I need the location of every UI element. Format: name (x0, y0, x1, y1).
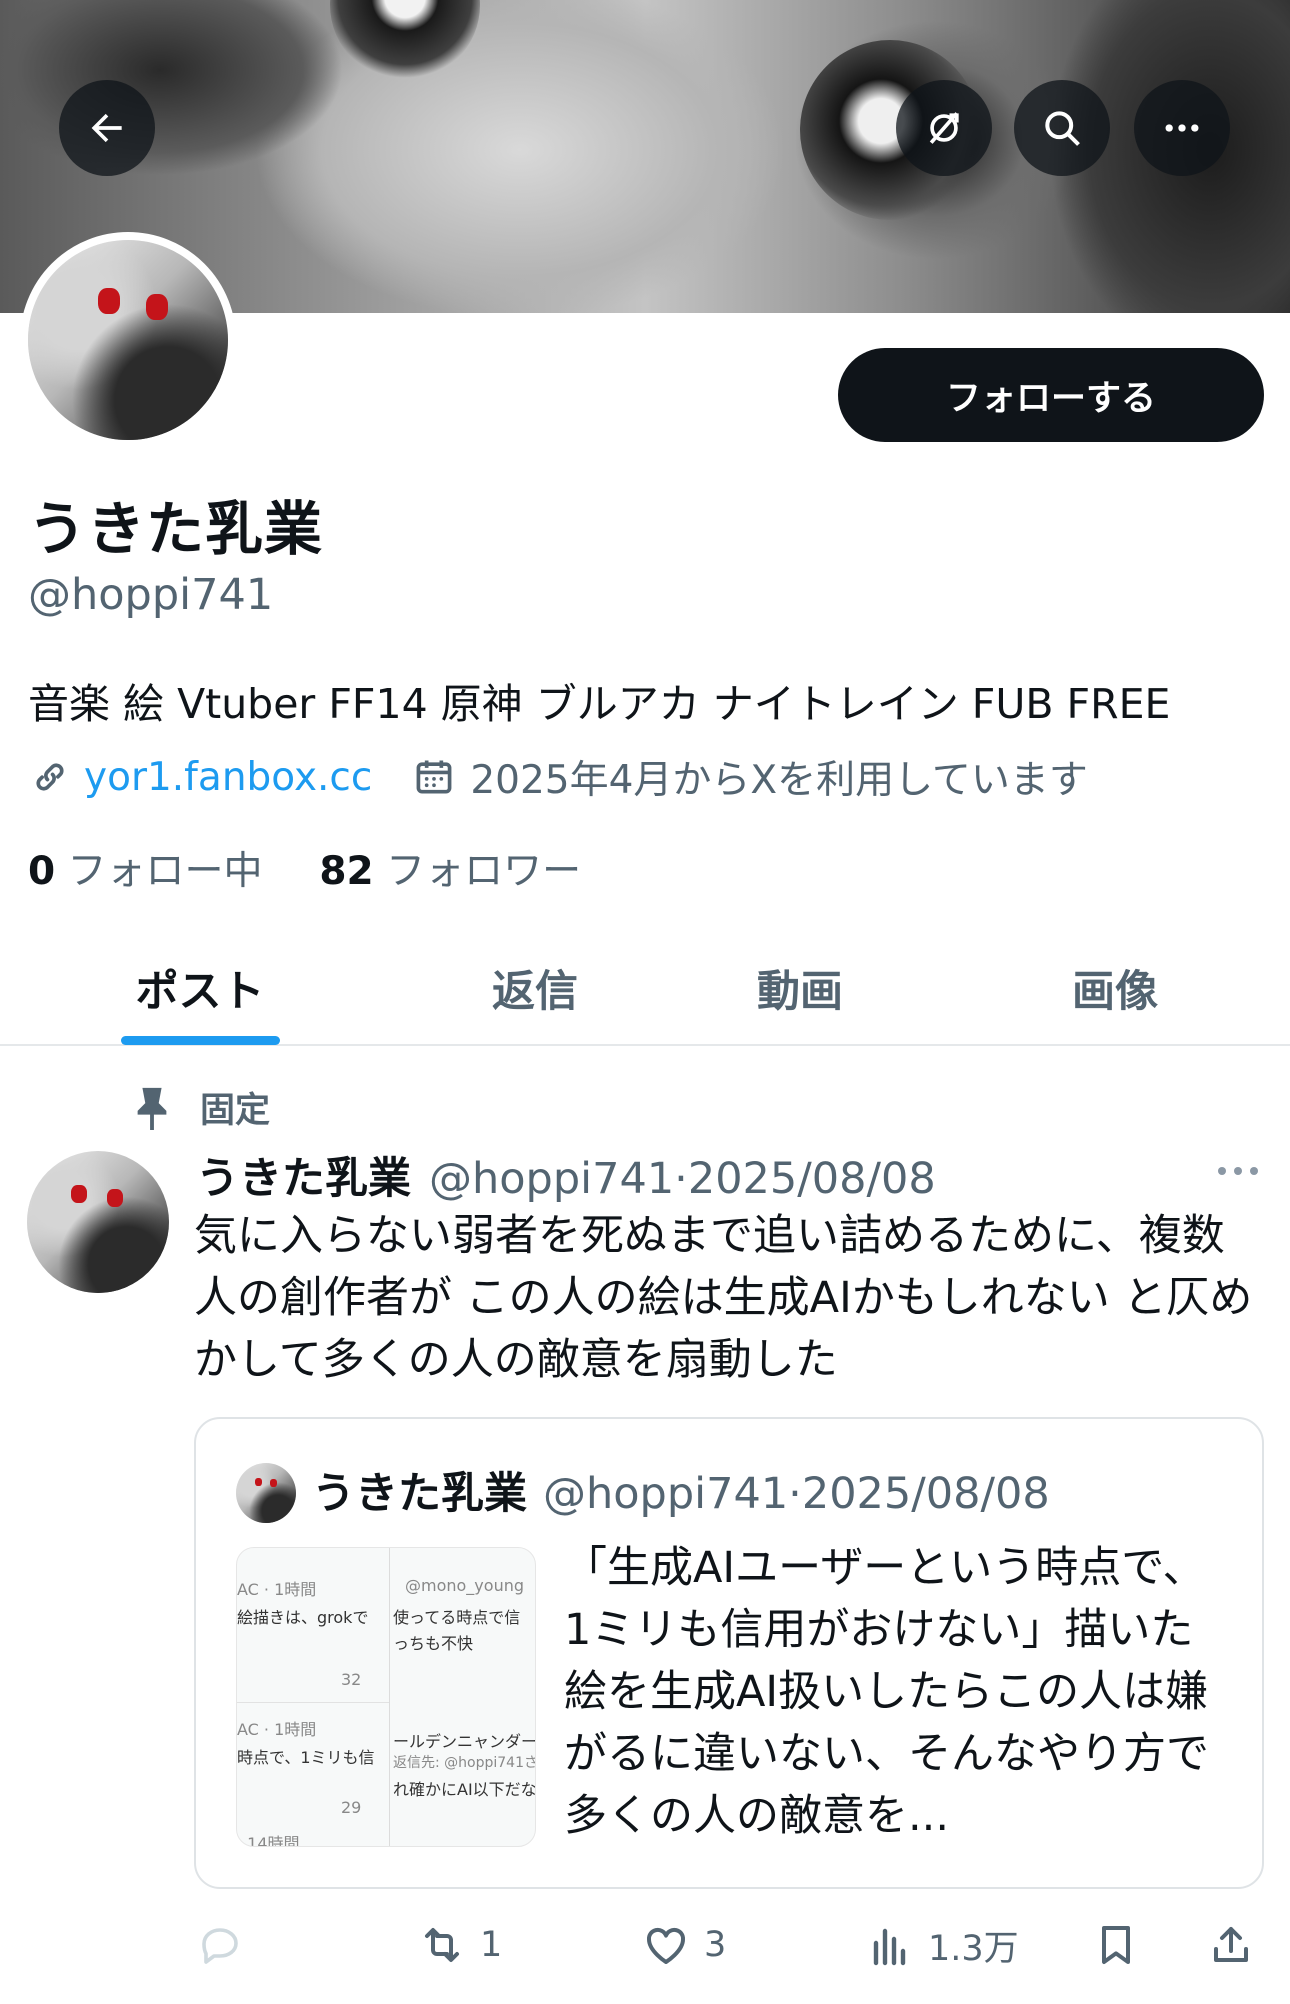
thumb-text: れ確かにAI以下だな (393, 1780, 536, 1799)
repost-count: 1 (480, 1925, 503, 1965)
profile-link[interactable]: yor1.fanbox.cc (84, 755, 372, 800)
active-tab-indicator (121, 1036, 280, 1045)
following-label: フォロー中 (67, 849, 263, 894)
tab-images[interactable]: 画像 (975, 930, 1255, 1046)
thumb-divider (237, 1702, 389, 1703)
more-icon (1165, 124, 1199, 132)
quoted-avatar-eye-right (270, 1479, 277, 1487)
back-button[interactable] (59, 80, 155, 176)
post-avatar-eye-right (107, 1189, 123, 1207)
calendar-icon (416, 760, 452, 794)
banner-art-eye-left (330, 0, 480, 80)
pinned-label: 固定 (200, 1090, 271, 1131)
post-author-name[interactable]: うきた乳業 (196, 1144, 411, 1206)
thumb-text: AC · 1時間 (237, 1720, 317, 1739)
views-count: 1.3万 (928, 1928, 1019, 1969)
quoted-post-text: 「生成AIユーザーという時点で、1ミリも信用がおけない」描いた絵を生成AI扱いし… (564, 1543, 1209, 1841)
profile-tabs: ポスト 返信 動画 画像 (0, 930, 1290, 1046)
reply-button[interactable] (196, 1910, 258, 1980)
profile-display-name: うきた乳業 (28, 495, 324, 563)
pin-icon (137, 1087, 167, 1130)
quoted-post-header: うきた乳業 @hoppi741·2025/08/08 (312, 1459, 1050, 1521)
followers-count: 82 (319, 849, 374, 894)
like-count: 3 (704, 1925, 727, 1965)
follow-button[interactable]: フォローする (838, 348, 1264, 442)
sync-off-button[interactable] (896, 80, 992, 176)
thumb-text: 返信先: @hoppi741さん (393, 1755, 535, 1771)
repost-icon (425, 1928, 459, 1962)
tab-posts[interactable]: ポスト (60, 930, 340, 1046)
quoted-avatar-eye-left (255, 1478, 262, 1486)
thumb-text: ールデンニャンダー @ (393, 1732, 536, 1751)
profile-stats: 0 フォロー中 82 フォロワー (28, 840, 581, 896)
post-author-avatar[interactable] (27, 1151, 169, 1293)
search-icon (1045, 111, 1080, 146)
like-button[interactable]: 3 (642, 1910, 726, 1980)
thumb-text: @mono_young (405, 1576, 524, 1595)
thumb-text: AC · 1時間 (237, 1580, 317, 1599)
pinned-indicator: 固定 (132, 1082, 270, 1132)
tab-videos[interactable]: 動画 (660, 930, 940, 1046)
thumb-text: 32 (341, 1670, 362, 1689)
quoted-media-thumbnail[interactable]: AC · 1時間 絵描きは、grokで @mono_young 使ってる時点で信… (236, 1547, 536, 1847)
heart-icon (647, 1927, 685, 1964)
quoted-author-avatar (236, 1463, 296, 1523)
thumb-text: っちも不快 (393, 1634, 474, 1653)
thumb-text: 29 (341, 1798, 362, 1817)
avatar-image (28, 240, 228, 440)
arrow-left-icon (91, 113, 122, 143)
following-count: 0 (28, 849, 56, 894)
link-icon (36, 763, 64, 791)
post-actions: 1 3 1.3万 (0, 1910, 1290, 1980)
profile-joined: 2025年4月からXを利用しています (470, 758, 1088, 803)
avatar-eye-right (146, 294, 168, 320)
post-avatar-eye-left (71, 1185, 87, 1203)
more-options-button[interactable] (1134, 80, 1230, 176)
thumb-text: 絵描きは、grokで (237, 1608, 369, 1627)
share-button[interactable] (1207, 1910, 1255, 1980)
post-more-icon[interactable] (1208, 1156, 1268, 1186)
following-link[interactable]: 0 フォロー中 (28, 849, 263, 894)
post-handle-date: @hoppi741·2025/08/08 (429, 1154, 936, 1204)
profile-handle: @hoppi741 (28, 570, 274, 620)
thumb-text: 時点で、1ミリも信 (237, 1748, 375, 1767)
profile-bio: 音楽 絵 Vtuber FF14 原神 ブルアカ ナイトレイン FUB FREE (28, 680, 1171, 728)
thumb-divider (389, 1548, 390, 1846)
profile-meta: yor1.fanbox.cc 2025年4月からXを利用しています (28, 752, 1088, 803)
tab-replies[interactable]: 返信 (390, 930, 680, 1046)
thumb-text: · 14時間 (237, 1834, 300, 1847)
post-avatar-image (27, 1151, 169, 1293)
avatar-eye-left (98, 288, 120, 314)
post-header: うきた乳業 @hoppi741·2025/08/08 (196, 1144, 936, 1206)
quoted-post[interactable]: うきた乳業 @hoppi741·2025/08/08 AC · 1時間 絵描きは… (194, 1417, 1264, 1889)
bookmark-button[interactable] (1092, 1910, 1140, 1980)
search-button[interactable] (1014, 80, 1110, 176)
post-text: 気に入らない弱者を死ぬまで追い詰めるために、複数人の創作者が この人の絵は生成A… (194, 1211, 1253, 1385)
profile-avatar[interactable] (20, 232, 236, 448)
reply-icon (202, 1928, 238, 1964)
followers-label: フォロワー (386, 849, 582, 894)
thumb-text: 使ってる時点で信 (393, 1608, 521, 1627)
share-icon (1214, 1927, 1248, 1962)
repost-button[interactable]: 1 (418, 1910, 502, 1980)
quoted-handle-date: @hoppi741·2025/08/08 (543, 1469, 1050, 1519)
sync-off-icon (929, 112, 959, 144)
views-chart-icon (873, 1928, 906, 1966)
quoted-author-name: うきた乳業 (312, 1469, 527, 1519)
followers-link[interactable]: 82 フォロワー (319, 849, 581, 894)
views-button[interactable]: 1.3万 (866, 1910, 1019, 1980)
quoted-avatar-image (236, 1463, 296, 1523)
bookmark-icon (1102, 1926, 1130, 1964)
